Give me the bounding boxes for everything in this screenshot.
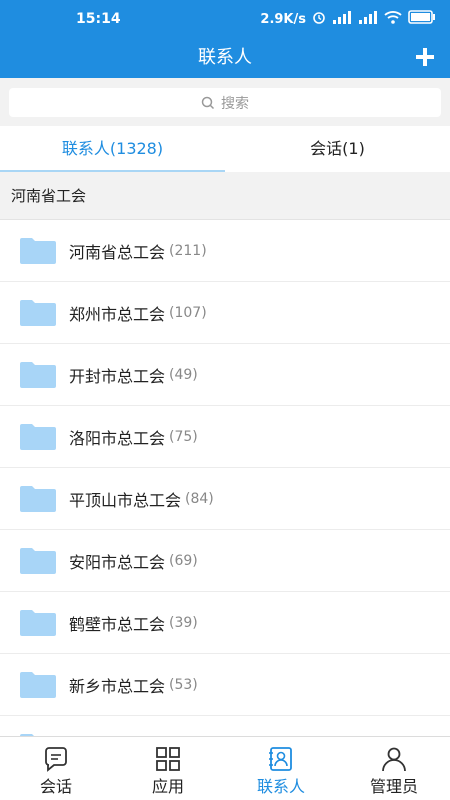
chat-bubble-icon <box>45 747 67 772</box>
add-button[interactable] <box>410 41 440 71</box>
list-item-count: (39) <box>169 614 198 631</box>
list-item-count: (75) <box>169 428 198 445</box>
list-item[interactable]: 平顶山市总工会 (84) <box>0 468 450 530</box>
list-item-count: (69) <box>169 552 198 569</box>
network-speed: 2.9K/s <box>260 11 306 27</box>
folder-icon <box>20 299 56 326</box>
plus-icon <box>416 48 434 66</box>
list-item-count: (53) <box>169 676 198 693</box>
tab-contacts[interactable]: 联系人(1328) <box>0 126 225 172</box>
page-title: 联系人 <box>198 47 252 68</box>
folder-icon <box>20 609 56 636</box>
list-item-count: (107) <box>169 304 207 321</box>
list-item[interactable]: 新乡市总工会 (53) <box>0 654 450 716</box>
bottom-nav-label: 联系人 <box>256 777 305 796</box>
folder-icon <box>20 547 56 574</box>
list-item-count: (49) <box>169 366 198 383</box>
bottom-nav-conversations[interactable]: 会话 <box>0 737 112 800</box>
group-header: 河南省工会 <box>0 172 450 220</box>
list-item[interactable]: 洛阳市总工会 (75) <box>0 406 450 468</box>
bottom-nav-admin[interactable]: 管理员 <box>338 737 450 800</box>
user-icon <box>382 747 406 772</box>
list-item-name: 开封市总工会 <box>69 366 166 386</box>
search-icon <box>201 96 215 109</box>
list-item-count: (84) <box>185 490 214 507</box>
search-area: 搜索 <box>0 78 450 126</box>
bottom-nav-label: 应用 <box>151 777 184 796</box>
status-bar: 15:14 2.9K/s <box>0 0 450 40</box>
hd-signal-icon <box>332 10 352 28</box>
list-item[interactable]: 河南省总工会 (211) <box>0 220 450 282</box>
list-item[interactable]: 开封市总工会 (49) <box>0 344 450 406</box>
list-item[interactable]: 安阳市总工会 (69) <box>0 530 450 592</box>
bottom-nav-contacts[interactable]: 联系人 <box>225 737 337 800</box>
grid-icon <box>156 747 180 771</box>
list-item-name: 郑州市总工会 <box>69 304 166 324</box>
search-placeholder: 搜索 <box>221 95 249 112</box>
navbar: 联系人 <box>0 40 450 78</box>
list-item-name: 河南省总工会 <box>69 242 166 262</box>
bottom-nav-label: 管理员 <box>369 777 418 796</box>
battery-icon <box>408 10 436 28</box>
list-item-count: (211) <box>169 242 207 259</box>
list-item-name: 洛阳市总工会 <box>69 428 166 448</box>
folder-icon <box>20 423 56 450</box>
status-time: 15:14 <box>76 11 121 27</box>
list-item-name: 新乡市总工会 <box>69 676 166 696</box>
bottom-nav-apps[interactable]: 应用 <box>112 737 224 800</box>
wifi-icon <box>384 10 402 28</box>
list-item-name: 平顶山市总工会 <box>69 490 182 510</box>
list-item-name: 安阳市总工会 <box>69 552 166 572</box>
list-item-name: 鹤壁市总工会 <box>69 614 166 634</box>
hd-signal-icon <box>358 10 378 28</box>
contact-folder-list: 河南省总工会 (211) 郑州市总工会 (107) 开封市总工会 (49) 洛阳… <box>0 220 450 736</box>
status-right: 2.9K/s <box>260 10 436 28</box>
list-item-partial[interactable] <box>0 716 450 736</box>
tab-conversations[interactable]: 会话(1) <box>225 126 450 172</box>
list-item[interactable]: 郑州市总工会 (107) <box>0 282 450 344</box>
list-item[interactable]: 鹤壁市总工会 (39) <box>0 592 450 654</box>
bottom-nav: 会话 应用 联系人 管理员 <box>0 736 450 800</box>
folder-icon <box>20 485 56 512</box>
contacts-icon <box>269 747 292 771</box>
folder-icon <box>20 237 56 264</box>
tab-bar: 联系人(1328) 会话(1) <box>0 126 450 172</box>
folder-icon <box>20 361 56 388</box>
folder-icon <box>20 671 56 698</box>
alarm-icon <box>312 10 326 28</box>
bottom-nav-label: 会话 <box>39 777 72 796</box>
search-input[interactable]: 搜索 <box>9 88 441 117</box>
